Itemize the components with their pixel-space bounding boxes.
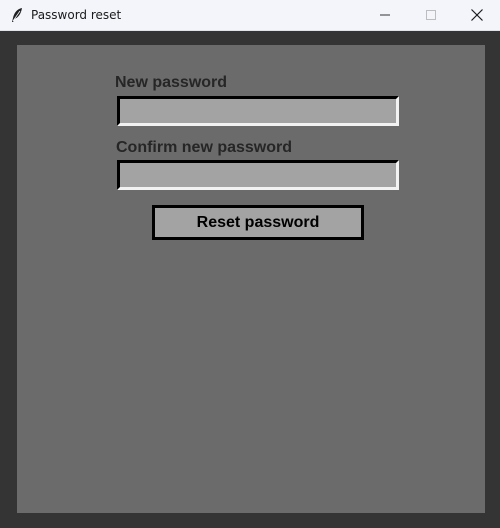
reset-password-button[interactable]: Reset password (152, 205, 364, 240)
minimize-button[interactable] (362, 0, 408, 30)
close-button[interactable] (454, 0, 500, 30)
title-bar[interactable]: Password reset (0, 0, 500, 31)
new-password-field[interactable] (117, 96, 399, 126)
minimize-icon (380, 10, 390, 20)
window-title: Password reset (31, 8, 122, 22)
new-password-label: New password (115, 74, 228, 91)
feather-icon (10, 7, 24, 23)
maximize-icon (426, 10, 436, 20)
maximize-button[interactable] (408, 0, 454, 30)
app-window: Password reset New password Confirm new … (0, 0, 500, 528)
confirm-password-label: Confirm new password (116, 139, 293, 156)
close-icon (471, 9, 483, 21)
confirm-password-field[interactable] (117, 160, 399, 190)
